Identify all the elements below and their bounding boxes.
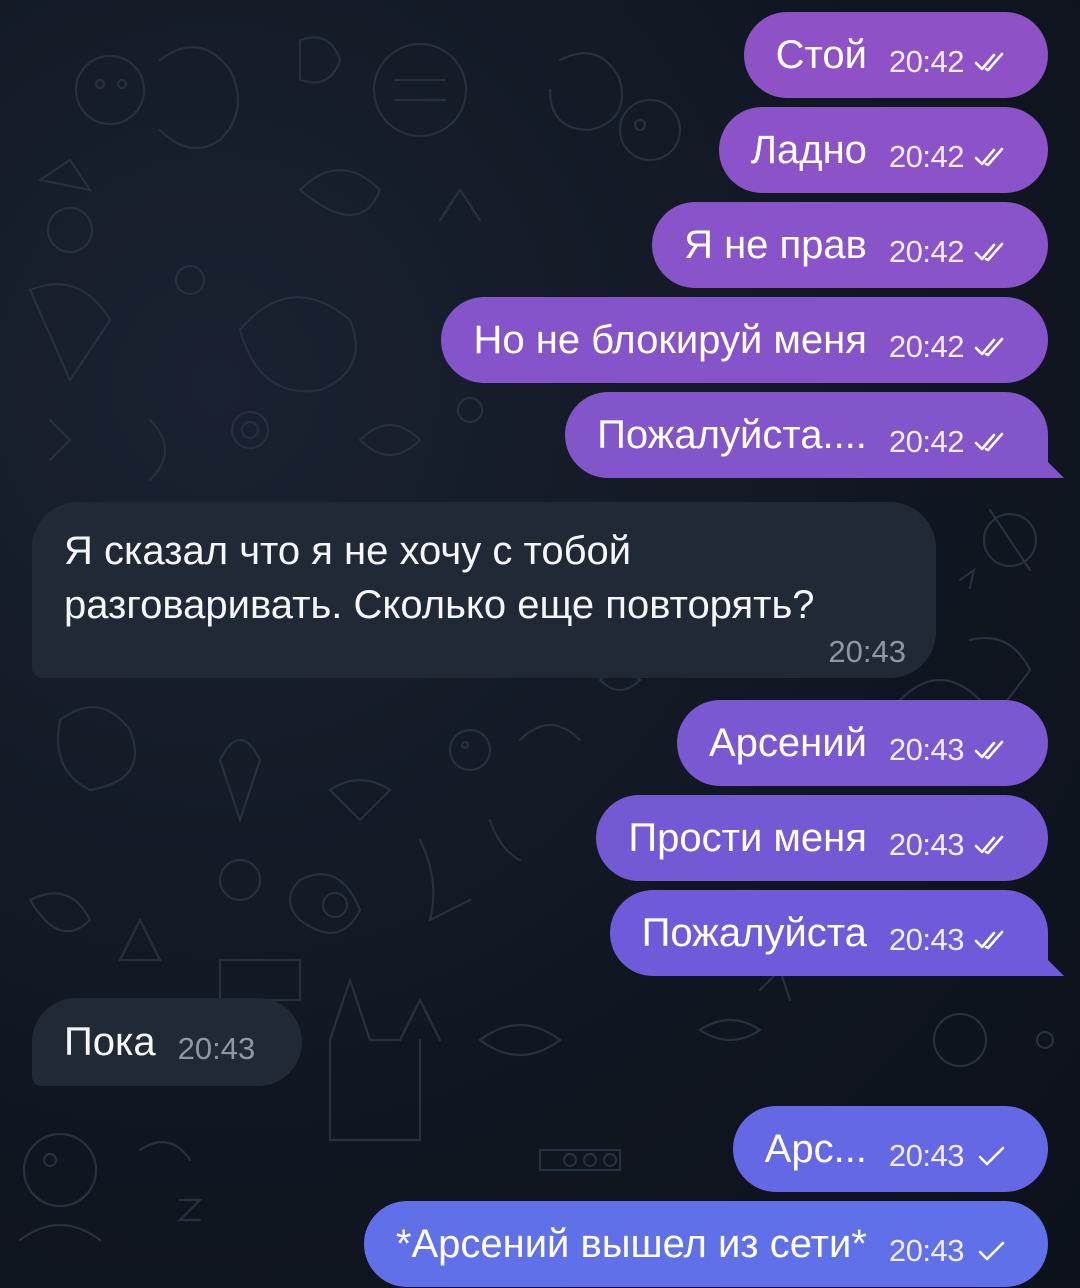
double-check-icon — [974, 930, 1004, 950]
message-bubble-outgoing[interactable]: Пожалуйста 20:43 — [609, 890, 1048, 976]
message-bubble-outgoing[interactable]: Арс... 20:43 — [732, 1106, 1048, 1192]
message-text: Арсений — [708, 721, 867, 765]
message-list[interactable]: Стой 20:42 Ладно 20:42 Я не прав 20:42 Н… — [0, 0, 1080, 1288]
single-check-icon — [978, 1146, 1005, 1166]
message-meta: 20:42 — [889, 424, 1010, 460]
message-bubble-outgoing[interactable]: Я не прав 20:42 — [652, 202, 1048, 288]
message-time: 20:43 — [177, 1031, 256, 1066]
double-check-icon — [974, 432, 1004, 452]
message-meta: 20:43 — [889, 1138, 1010, 1174]
message-text: Я не прав — [684, 223, 867, 267]
message-bubble-outgoing[interactable]: *Арсений вышел из сети* 20:43 — [363, 1201, 1048, 1287]
double-check-icon — [974, 52, 1004, 72]
message-time: 20:42 — [888, 329, 965, 364]
message-text: Но не блокируй меня — [473, 318, 867, 362]
message-time: 20:43 — [888, 1138, 965, 1173]
message-meta: 20:43 — [889, 1233, 1010, 1269]
message-bubble-outgoing[interactable]: Прости меня 20:43 — [596, 795, 1048, 881]
message-time: 20:42 — [888, 44, 965, 79]
message-text: *Арсений вышел из сети* — [395, 1222, 867, 1266]
message-time: 20:42 — [888, 139, 965, 174]
message-meta: 20:42 — [889, 139, 1010, 175]
message-bubble-outgoing[interactable]: Стой 20:42 — [743, 12, 1048, 98]
message-bubble-outgoing[interactable]: Арсений 20:43 — [676, 700, 1048, 786]
message-text: Ладно — [750, 128, 867, 172]
message-bubble-outgoing[interactable]: Пожалуйста.... 20:42 — [565, 392, 1048, 478]
message-bubble-incoming[interactable]: Я сказал что я не хочу с тобой разговари… — [32, 502, 936, 678]
message-meta: 20:42 — [889, 44, 1010, 80]
double-check-icon — [974, 242, 1004, 262]
message-time: 20:43 — [828, 634, 906, 669]
message-text: Пожалуйста.... — [597, 413, 867, 457]
message-time: 20:42 — [888, 234, 965, 269]
double-check-icon — [974, 147, 1004, 167]
double-check-icon — [974, 835, 1004, 855]
message-text: Арс... — [764, 1127, 867, 1171]
message-time: 20:42 — [888, 424, 965, 459]
message-bubble-outgoing[interactable]: Ладно 20:42 — [718, 107, 1048, 193]
message-bubble-incoming[interactable]: Пока 20:43 — [32, 998, 302, 1086]
message-meta: 20:42 — [889, 329, 1010, 365]
message-bubble-outgoing[interactable]: Но не блокируй меня 20:42 — [441, 297, 1048, 383]
message-meta: 20:42 — [889, 234, 1010, 270]
message-time: 20:43 — [888, 827, 965, 862]
message-time: 20:43 — [888, 922, 965, 957]
message-text: Прости меня — [628, 816, 867, 860]
message-text: Пока — [64, 1020, 156, 1064]
message-text: Стой — [775, 33, 867, 77]
message-meta: 20:43 — [889, 827, 1010, 863]
message-text: Пожалуйста — [641, 911, 867, 955]
message-time: 20:43 — [888, 732, 965, 767]
message-meta: 20:43 — [889, 922, 1010, 958]
double-check-icon — [974, 337, 1004, 357]
message-time: 20:43 — [888, 1233, 965, 1268]
single-check-icon — [978, 1241, 1005, 1261]
double-check-icon — [974, 740, 1004, 760]
message-text: Я сказал что я не хочу с тобой разговари… — [64, 529, 815, 627]
message-meta: 20:43 — [889, 732, 1010, 768]
